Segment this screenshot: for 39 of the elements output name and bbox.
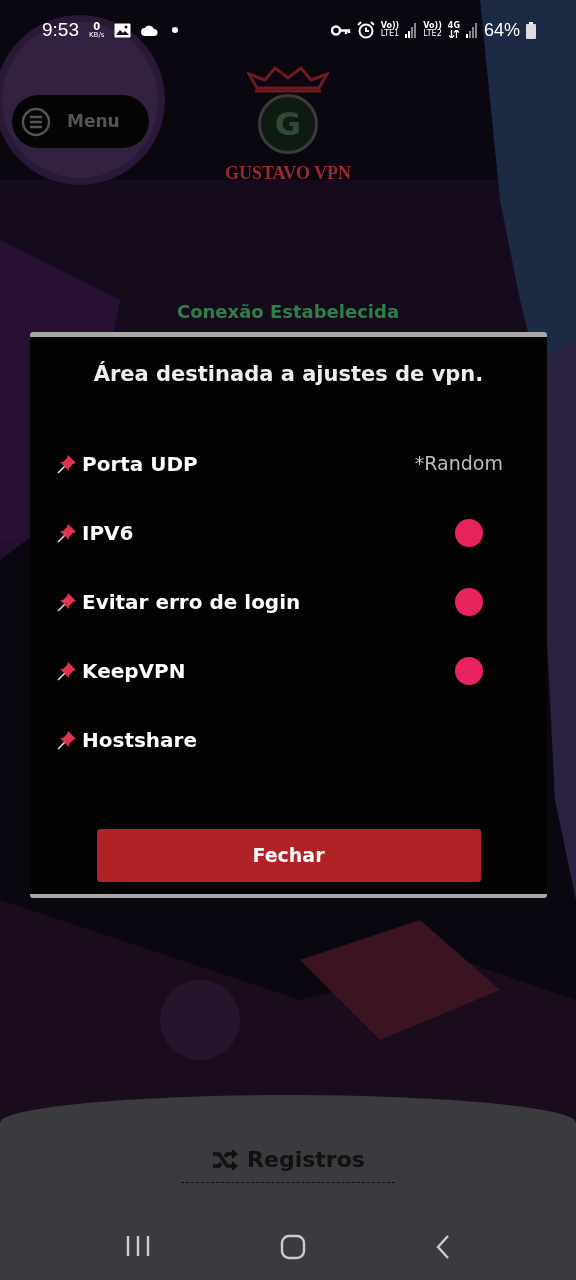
setting-label: KeepVPN: [82, 657, 186, 685]
app-name: GUSTAVO VPN: [224, 162, 352, 185]
setting-value[interactable]: *Random: [414, 449, 503, 478]
battery-icon: [526, 21, 536, 39]
setting-label: Porta UDP: [82, 450, 198, 478]
pushpin-icon: [56, 590, 78, 613]
toggle-switch[interactable]: [455, 518, 483, 547]
pushpin-icon: [56, 728, 78, 751]
clock-time: 9:53: [42, 17, 79, 42]
setting-label: Evitar erro de login: [82, 588, 301, 616]
home-icon[interactable]: [280, 1234, 306, 1260]
sim-label: LTE2: [423, 30, 442, 38]
signal-icon: [405, 22, 418, 38]
dot-icon: [172, 27, 179, 33]
volte-label: Vo)): [423, 22, 442, 30]
battery-percent: 64%: [483, 18, 520, 42]
network-type: 4G: [447, 22, 460, 30]
pushpin-icon: [56, 659, 78, 682]
data-arrows-icon: [448, 30, 459, 38]
pushpin-icon: [56, 521, 78, 544]
shuffle-icon: [211, 1147, 240, 1172]
alarm-icon: [356, 21, 375, 39]
volte-label: Vo)): [380, 22, 400, 30]
menu-icon: [21, 106, 51, 137]
toggle-switch[interactable]: [455, 656, 483, 685]
key-icon: [330, 24, 351, 36]
connection-status: Conexão Estabelecida: [176, 300, 400, 324]
setting-label: IPV6: [82, 519, 134, 547]
back-icon[interactable]: [435, 1234, 452, 1260]
close-button[interactable]: Fechar: [96, 829, 481, 882]
signal-icon: [465, 22, 478, 38]
dialog-title: Área destinada a ajustes de vpn.: [93, 360, 484, 388]
setting-label: Hostshare: [82, 726, 197, 754]
sim-label: LTE1: [380, 30, 400, 38]
net-speed-value: 0: [93, 21, 101, 32]
toggle-switch[interactable]: [455, 587, 483, 616]
recent-apps-icon[interactable]: [124, 1234, 151, 1258]
pushpin-icon: [56, 452, 78, 475]
cloud-icon: [141, 24, 159, 36]
